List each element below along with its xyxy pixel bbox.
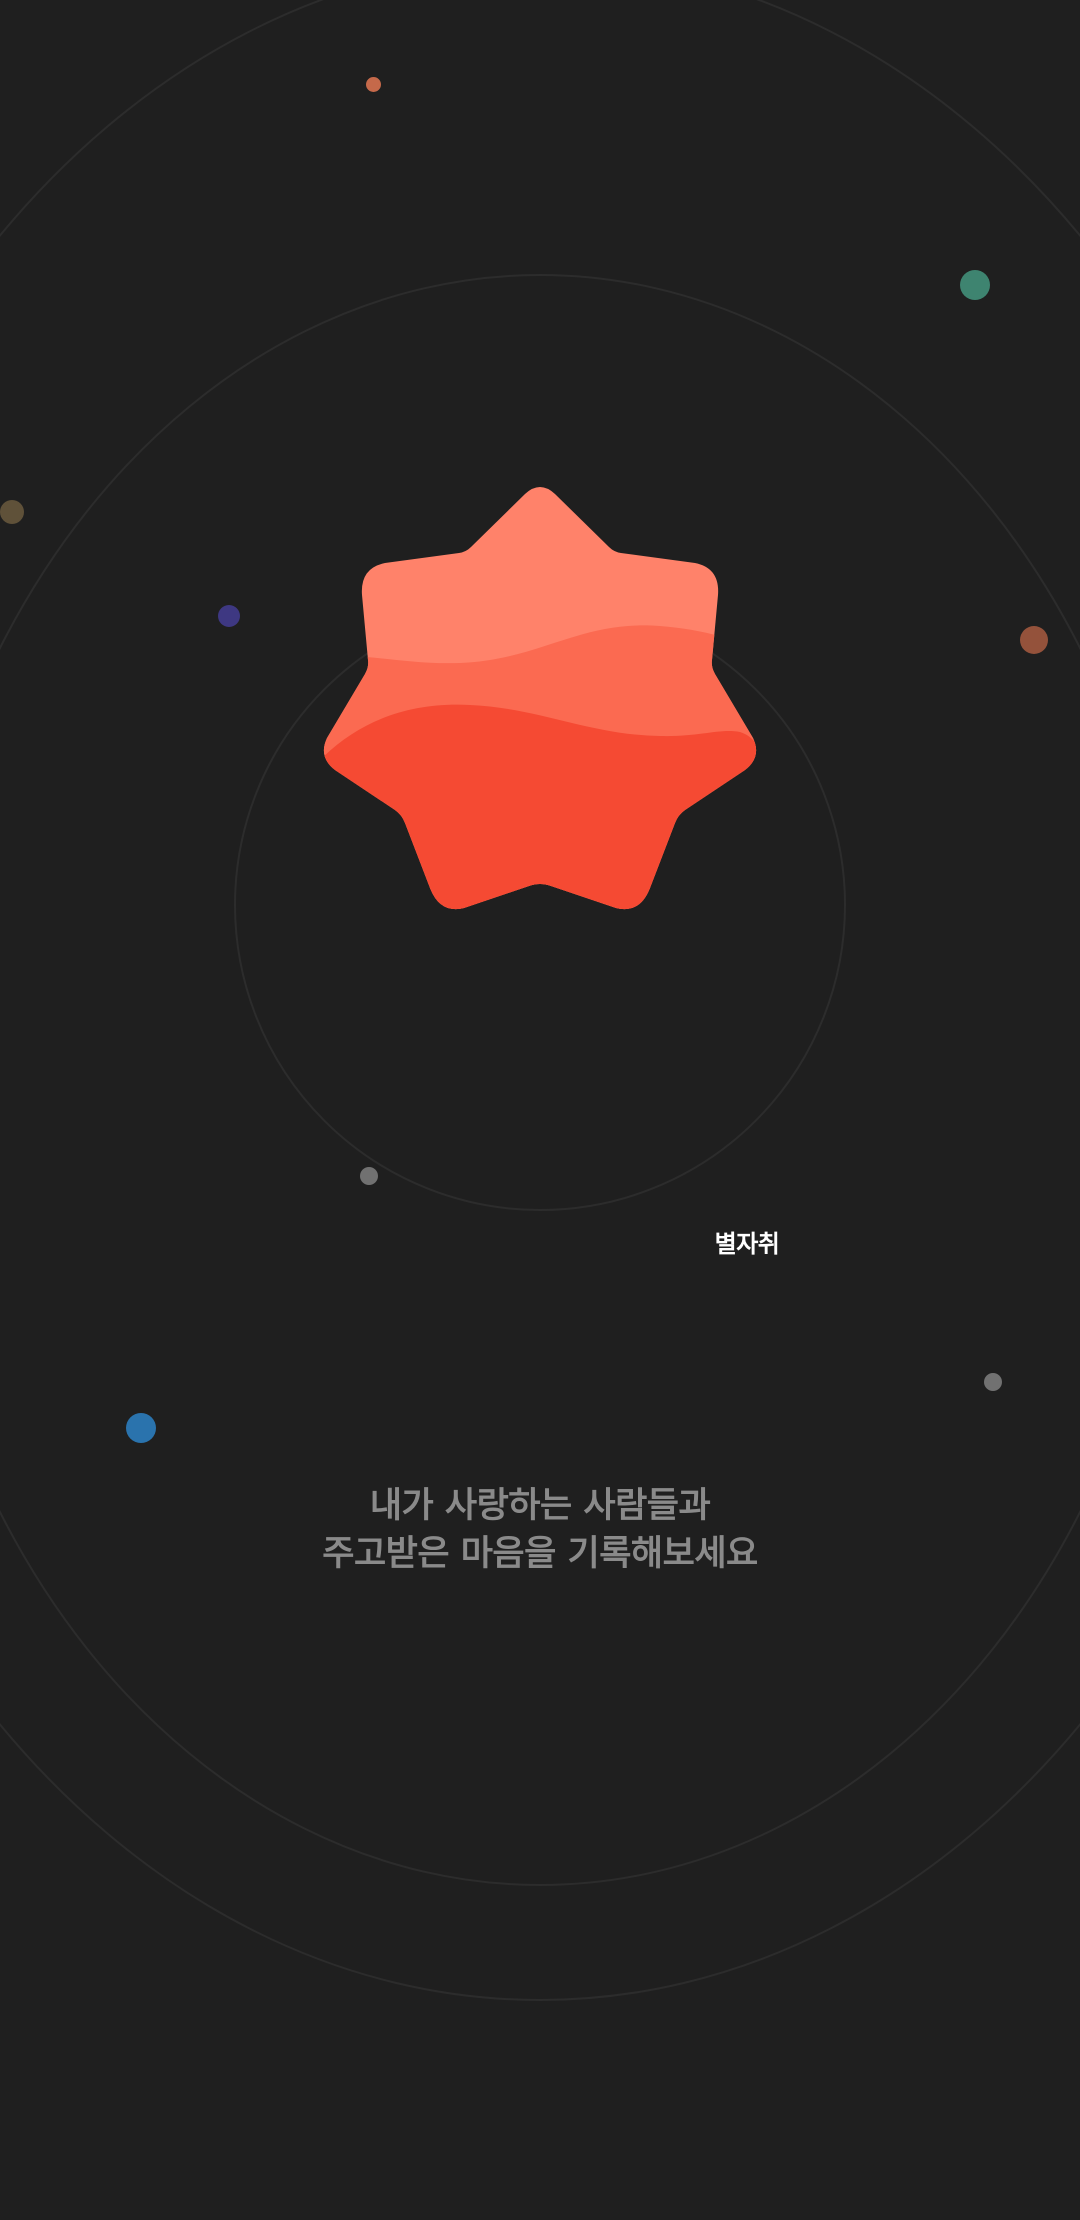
tagline: 내가 사랑하는 사람들과 주고받은 마음을 기록해보세요 <box>0 1482 1080 1578</box>
orbit-dot-purple <box>218 605 240 627</box>
orbit-dot-olive <box>0 500 24 524</box>
orbit-background <box>0 0 1080 2001</box>
orbit-outer <box>0 0 1080 2001</box>
tagline-line-2: 주고받은 마음을 기록해보세요 <box>322 1534 758 1574</box>
orbit-dot-gray-right <box>984 1373 1002 1391</box>
orbit-dot-blue <box>126 1413 156 1443</box>
star-layer-bottom <box>323 704 757 910</box>
orbit-dot-rust <box>1020 626 1048 654</box>
seven-point-star-icon <box>323 487 757 910</box>
orbit-dot-teal <box>960 270 990 300</box>
app-name: 별자취 <box>714 1230 780 1258</box>
orbit-dot-orange-small <box>366 77 381 92</box>
splash-screen: 별자취 내가 사랑하는 사람들과 주고받은 마음을 기록해보세요 <box>0 0 1080 2220</box>
tagline-line-1: 내가 사랑하는 사람들과 <box>369 1486 711 1526</box>
orbit-dot-gray <box>360 1167 378 1185</box>
